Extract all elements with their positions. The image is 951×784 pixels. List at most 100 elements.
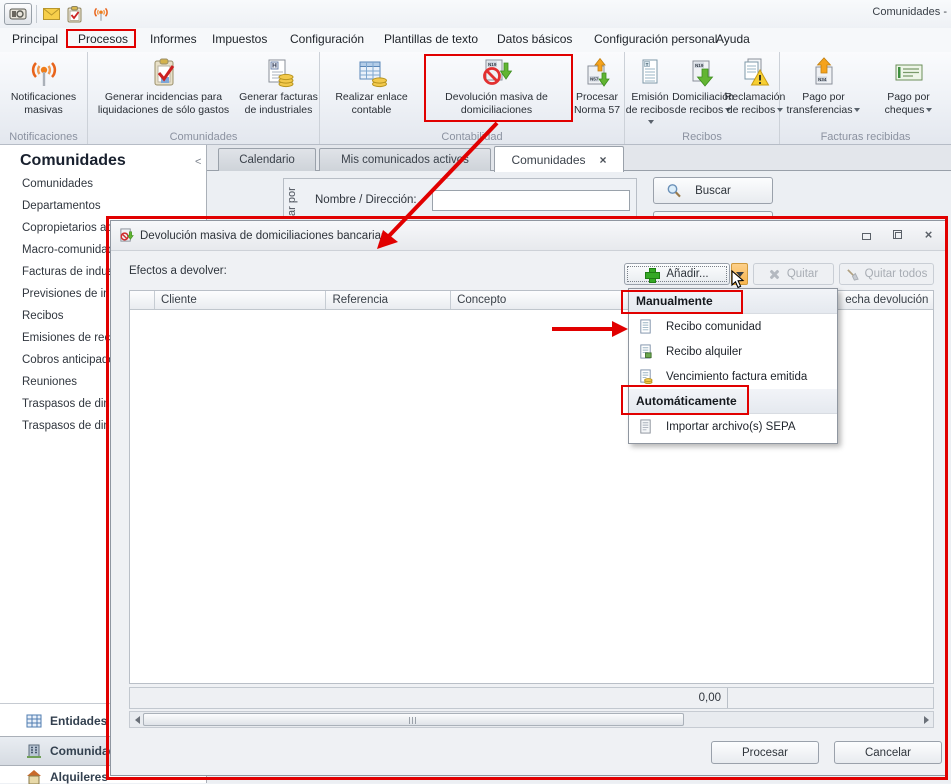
receipt-icon: T	[642, 59, 658, 84]
toolbar-separator	[36, 5, 37, 23]
titlebar: Comunidades -	[0, 0, 951, 28]
menu-configuracion[interactable]: Configuración	[290, 32, 364, 46]
broom-icon	[846, 268, 859, 281]
generar-incidencias-button[interactable]: Generar incidencias para liquidaciones d…	[89, 54, 239, 116]
ribbon-group-notificaciones: Notificaciones masivas Notificaciones	[0, 52, 88, 144]
generar-facturas-button[interactable]: H Generar facturas de industriales	[239, 54, 319, 116]
procesar-button[interactable]: Procesar	[711, 741, 819, 764]
invoice-coins-icon	[640, 369, 653, 384]
pago-transferencias-button[interactable]: N34 Pago por transferencias	[781, 54, 867, 116]
menu-item-recibo-comunidad[interactable]: Recibo comunidad	[629, 314, 837, 339]
group-label: Recibos	[682, 131, 722, 143]
tab-comunidades[interactable]: Comunidades ×	[494, 146, 624, 172]
sidebar-item-departamentos[interactable]: Departamentos	[22, 200, 101, 212]
menu-item-recibo-alquiler[interactable]: Recibo alquiler	[629, 339, 837, 364]
name-address-label: Nombre / Dirección:	[315, 194, 417, 206]
devolucion-masiva-button[interactable]: N19 Devolución masiva de domiciliaciones	[423, 54, 571, 116]
scrollbar-thumb[interactable]	[143, 713, 684, 726]
n19-return-icon: N19	[482, 59, 512, 85]
quitar-todos-button[interactable]: Quitar todos	[839, 263, 934, 285]
anadir-dropdown-button[interactable]	[731, 263, 748, 285]
realizar-enlace-contable-button[interactable]: Realizar enlace contable	[321, 54, 423, 116]
broadcast-icon[interactable]	[90, 4, 112, 24]
buscar-button[interactable]: Buscar	[653, 177, 773, 204]
menu-item-importar-sepa[interactable]: Importar archivo(s) SEPA	[629, 414, 837, 439]
sidebar-item-reuniones[interactable]: Reuniones	[22, 376, 77, 388]
sidebar-collapse-icon[interactable]: <	[195, 156, 201, 168]
tab-close-icon[interactable]: ×	[600, 153, 607, 167]
sidebar-item-macro-comunidad[interactable]: Macro-comunidad	[22, 244, 114, 256]
horizontal-scrollbar[interactable]	[129, 711, 934, 728]
secondary-button-partial[interactable]	[653, 211, 773, 217]
remove-x-icon	[769, 269, 780, 280]
app-icon	[9, 8, 27, 20]
svg-text:H: H	[272, 63, 277, 70]
column-indicator[interactable]	[130, 291, 155, 309]
menu-procesos[interactable]: Procesos	[78, 32, 128, 46]
sidebar-item-facturas[interactable]: Facturas de indus	[22, 266, 113, 278]
sidebar-item-copropietarios[interactable]: Copropietarios ac	[22, 222, 112, 234]
n19-down-icon: N19	[692, 60, 714, 87]
building-icon	[27, 744, 41, 758]
menu-informes[interactable]: Informes	[150, 32, 197, 46]
filter-by-vertical-tab[interactable]: ar por	[286, 180, 306, 216]
minimize-button[interactable]	[860, 228, 873, 241]
sidebar-item-previsiones[interactable]: Previsiones de ind	[22, 288, 116, 300]
sidebar-item-cobros[interactable]: Cobros anticipado	[22, 354, 115, 366]
sidebar-item-traspasos-2[interactable]: Traspasos de dine	[22, 420, 116, 432]
column-cliente[interactable]: Cliente	[155, 291, 327, 309]
quitar-button[interactable]: Quitar	[753, 263, 834, 285]
maximize-button[interactable]	[891, 228, 904, 241]
close-button[interactable]: ×	[922, 227, 935, 242]
broadcast-icon	[31, 62, 56, 86]
emision-recibos-button[interactable]: T Emisión de recibos	[625, 54, 675, 129]
clipboard-check-icon	[154, 58, 174, 86]
application-menu-button[interactable]	[4, 3, 32, 25]
menu-datos-basicos[interactable]: Datos básicos	[497, 32, 572, 46]
totals-row: 0,00	[129, 687, 934, 709]
tab-calendario[interactable]: Calendario	[218, 148, 316, 171]
reclamacion-recibos-button[interactable]: Reclamación de recibos	[725, 54, 785, 116]
total-amount: 0,00	[130, 688, 728, 708]
domiciliacion-recibos-button[interactable]: N19 Domiciliación de recibos	[672, 54, 734, 116]
pago-cheques-button[interactable]: Pago por cheques	[867, 54, 951, 116]
dialog-icon	[120, 228, 134, 242]
sidebar-item-emisiones[interactable]: Emisiones de recib	[22, 332, 119, 344]
ribbon-group-contabilidad: Realizar enlace contable N19 Devolución …	[320, 52, 625, 144]
menu-principal[interactable]: Principal	[12, 32, 58, 46]
procesar-norma57-button[interactable]: N57 Procesar Norma 57	[571, 54, 624, 116]
sidebar-item-traspasos-1[interactable]: Traspasos de dine	[22, 398, 116, 410]
menu-plantillas[interactable]: Plantillas de texto	[384, 32, 478, 46]
tab-mis-comunicados[interactable]: Mis comunicados activos	[319, 148, 491, 171]
svg-text:N57: N57	[590, 77, 599, 82]
notificaciones-masivas-button[interactable]: Notificaciones masivas	[2, 54, 86, 116]
receipt-warning-icon	[744, 58, 770, 86]
ribbon-group-recibos: T Emisión de recibos N19 Domiciliación d…	[625, 52, 785, 144]
sidebar-item-comunidades[interactable]: Comunidades	[22, 178, 93, 190]
plus-icon	[645, 267, 661, 283]
name-address-input[interactable]	[432, 190, 630, 211]
svg-text:T: T	[646, 62, 649, 67]
menu-item-vencimiento-factura[interactable]: Vencimiento factura emitida	[629, 364, 837, 389]
dropdown-arrow-icon	[854, 107, 861, 112]
anadir-button[interactable]: Añadir...	[624, 263, 730, 285]
ribbon: Notificaciones masivas Notificaciones Ge…	[0, 52, 951, 145]
menu-header-manualmente: Manualmente	[629, 289, 837, 314]
tasks-icon[interactable]	[64, 4, 86, 24]
scroll-right-icon[interactable]	[919, 712, 933, 727]
dialog-titlebar[interactable]: Devolución masiva de domiciliaciones ban…	[111, 221, 945, 251]
sidebar-item-recibos[interactable]: Recibos	[22, 310, 64, 322]
invoice-h-icon: H	[268, 59, 293, 88]
group-label: Notificaciones	[9, 131, 78, 143]
ribbon-group-comunidades: Generar incidencias para liquidaciones d…	[88, 52, 320, 144]
grid-icon	[26, 714, 42, 728]
mail-icon[interactable]	[40, 4, 62, 24]
scroll-left-icon[interactable]	[130, 712, 144, 727]
group-label: Comunidades	[169, 131, 238, 143]
menu-impuestos[interactable]: Impuestos	[212, 32, 267, 46]
cancelar-button[interactable]: Cancelar	[834, 741, 942, 764]
menu-header-automaticamente: Automáticamente	[629, 389, 837, 414]
menu-configuracion-personal[interactable]: Configuración personal	[594, 32, 717, 46]
column-referencia[interactable]: Referencia	[326, 291, 452, 309]
menu-ayuda[interactable]: Ayuda	[716, 32, 750, 46]
